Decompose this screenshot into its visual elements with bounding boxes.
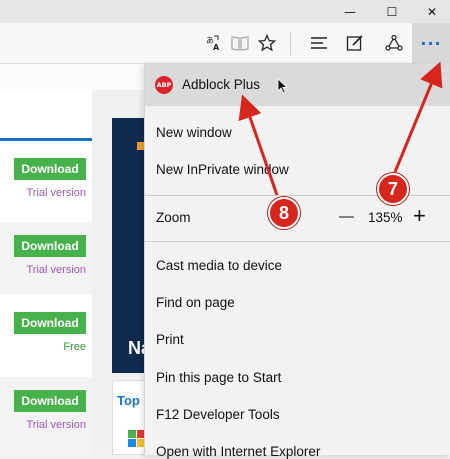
toolbar-divider [290, 31, 291, 55]
menu-item-find-on-page[interactable]: Find on page [156, 295, 235, 310]
section-rule [0, 138, 92, 141]
zoom-in-button[interactable]: + [413, 203, 426, 229]
list-item: Download Trial version [0, 377, 92, 455]
title-bar: — ☐ ✕ [0, 0, 450, 23]
app-tile-icon [128, 430, 136, 438]
minimize-button[interactable]: — [330, 0, 370, 23]
close-button[interactable]: ✕ [412, 0, 450, 23]
license-note: Trial version [26, 187, 87, 199]
download-button[interactable]: Download [14, 158, 86, 180]
zoom-label: Zoom [156, 210, 191, 225]
adblock-plus-icon: ABP [155, 76, 173, 94]
callout-badge-7: 7 [377, 173, 409, 205]
menu-item-new-window[interactable]: New window [156, 125, 232, 140]
hub-icon[interactable] [308, 32, 330, 54]
maximize-button[interactable]: ☐ [372, 0, 412, 23]
zoom-out-button[interactable]: — [339, 208, 354, 225]
download-button[interactable]: Download [14, 235, 86, 257]
more-actions-menu: ABP Adblock Plus New window New InPrivat… [144, 64, 450, 459]
more-actions-icon: ··· [420, 33, 442, 53]
svg-text:A: A [213, 43, 220, 52]
menu-item-print[interactable]: Print [156, 332, 184, 347]
list-item: Download Free [0, 300, 92, 372]
menu-divider [145, 241, 450, 242]
menu-item-open-with-ie[interactable]: Open with Internet Explorer [156, 444, 320, 459]
menu-item-pin-to-start[interactable]: Pin this page to Start [156, 370, 281, 385]
list-item: Download Trial version [0, 222, 92, 294]
list-item: Download Trial version [0, 150, 92, 222]
more-actions-button[interactable]: ··· [412, 23, 450, 63]
menu-item-label: Adblock Plus [182, 77, 261, 92]
mouse-cursor-icon [277, 78, 289, 94]
callout-badge-8: 8 [268, 197, 300, 229]
web-note-icon[interactable] [344, 32, 366, 54]
translate-icon[interactable]: あA [203, 32, 225, 54]
browser-toolbar: あA ··· [0, 23, 450, 64]
menu-item-new-inprivate-window[interactable]: New InPrivate window [156, 162, 289, 177]
app-tile-icon [128, 439, 136, 447]
favorites-star-icon[interactable] [256, 32, 278, 54]
menu-item-adblock-plus[interactable]: ABP Adblock Plus [145, 64, 450, 106]
license-note: Free [63, 341, 86, 353]
license-note: Trial version [26, 264, 87, 276]
reading-view-icon[interactable] [229, 32, 251, 54]
menu-item-developer-tools[interactable]: F12 Developer Tools [156, 407, 280, 422]
license-note: Trial version [26, 419, 87, 431]
top-section-label: Top [117, 393, 140, 408]
download-button[interactable]: Download [14, 390, 86, 412]
download-button[interactable]: Download [14, 312, 86, 334]
share-icon[interactable] [383, 32, 405, 54]
zoom-level: 135% [368, 210, 403, 225]
menu-item-cast-media[interactable]: Cast media to device [156, 258, 282, 273]
